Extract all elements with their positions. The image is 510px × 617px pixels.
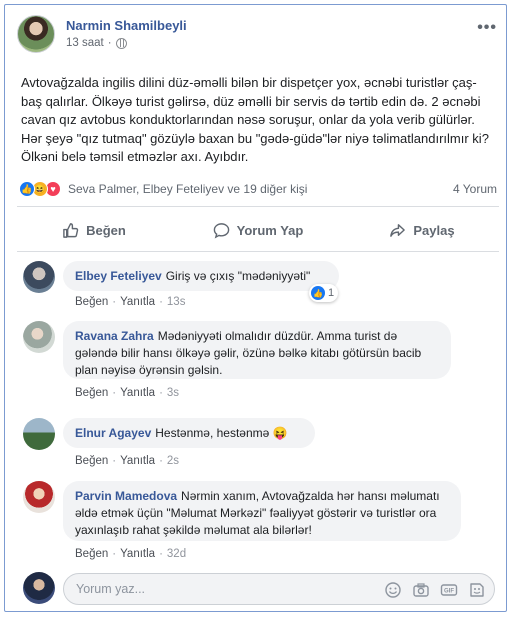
comment-author[interactable]: Ravana Zahra bbox=[75, 329, 154, 343]
avatar[interactable] bbox=[23, 418, 55, 450]
post-body: Avtovağzalda ingilis dilini düz-əməlli b… bbox=[21, 75, 489, 164]
share-button[interactable]: Paylaş bbox=[347, 215, 497, 245]
divider bbox=[17, 251, 499, 252]
camera-icon[interactable] bbox=[412, 581, 430, 599]
comment-bubble: Ravana Zahra Mədəniyyəti olmalıdır düzdür… bbox=[63, 321, 451, 379]
comment-item: Ravana Zahra Mədəniyyəti olmalıdır düzdür… bbox=[23, 321, 493, 401]
comment-like-link[interactable]: Beğen bbox=[75, 455, 108, 467]
comment-reply-link[interactable]: Yanıtla bbox=[120, 296, 155, 308]
reaction-count: 1 bbox=[328, 287, 335, 299]
sticker-icon[interactable] bbox=[468, 581, 486, 599]
laughing-emoji-icon: 😝 bbox=[269, 426, 288, 440]
composer-icons: GIF bbox=[384, 581, 486, 599]
comment-author[interactable]: Parvin Mamedova bbox=[75, 489, 177, 503]
comment-button[interactable]: Yorum Yap bbox=[183, 215, 333, 245]
comment-placeholder: Yorum yaz... bbox=[76, 582, 146, 596]
like-label: Beğen bbox=[86, 222, 126, 238]
comment-footer: Beğen · Yanıtla · 2s bbox=[75, 455, 180, 467]
svg-text:GIF: GIF bbox=[444, 589, 454, 595]
comment-bubble: Elbey Feteliyev Giriş və çıxış "mədəniyyə… bbox=[63, 261, 339, 291]
comment-author[interactable]: Elbey Feteliyev bbox=[75, 269, 162, 283]
share-label: Paylaş bbox=[413, 222, 455, 238]
comment-item: Elnur Agayev Hestənmə, hestənmə 😝 Beğen · … bbox=[23, 418, 493, 468]
comment-input[interactable]: Yorum yaz... GIF bbox=[63, 573, 495, 605]
comment-time[interactable]: 3s bbox=[167, 387, 179, 399]
reactions-bar[interactable]: 👍 😆 ♥ Seva Palmer, Elbey Feteliyev ve 19… bbox=[19, 179, 497, 199]
avatar[interactable] bbox=[23, 261, 55, 293]
divider bbox=[17, 206, 499, 207]
action-bar: Beğen Yorum Yap Paylaş bbox=[19, 215, 497, 245]
comment-footer: Beğen · Yanıtla · 32d bbox=[75, 548, 187, 560]
author-name[interactable]: Narmin Shamilbeyli bbox=[66, 18, 187, 33]
comment-icon bbox=[213, 222, 229, 239]
comment-author[interactable]: Elnur Agayev bbox=[75, 426, 151, 440]
more-dots-icon[interactable]: ••• bbox=[477, 19, 497, 37]
reaction-names[interactable]: Seva Palmer, Elbey Feteliyev ve 19 diğer… bbox=[68, 182, 307, 196]
avatar[interactable] bbox=[23, 321, 55, 353]
meta-separator: · bbox=[107, 37, 112, 49]
post-meta: 13 saat · bbox=[66, 37, 127, 49]
comment-reply-link[interactable]: Yanıtla bbox=[120, 387, 155, 399]
comment-like-link[interactable]: Beğen bbox=[75, 296, 108, 308]
avatar[interactable] bbox=[23, 572, 55, 604]
comment-reaction-badge[interactable]: 👍 1 bbox=[309, 284, 339, 302]
avatar[interactable] bbox=[23, 481, 55, 513]
like-reaction-icon: 👍 bbox=[311, 286, 325, 300]
comment-like-link[interactable]: Beğen bbox=[75, 548, 108, 560]
comment-composer: Yorum yaz... GIF bbox=[23, 572, 495, 606]
comment-time[interactable]: 2s bbox=[167, 455, 179, 467]
share-icon bbox=[390, 223, 406, 237]
facebook-post-card: Narmin Shamilbeyli 13 saat · ••• Avtovağ… bbox=[4, 4, 507, 612]
comment-time[interactable]: 32d bbox=[167, 548, 186, 560]
gif-icon[interactable]: GIF bbox=[440, 581, 458, 599]
comment-bubble: Elnur Agayev Hestənmə, hestənmə 😝 bbox=[63, 418, 315, 448]
comment-like-link[interactable]: Beğen bbox=[75, 387, 108, 399]
globe-icon[interactable] bbox=[115, 37, 127, 49]
author-avatar[interactable] bbox=[17, 15, 55, 53]
comment-time[interactable]: 13s bbox=[167, 296, 186, 308]
comment-footer: Beğen · Yanıtla · 13s bbox=[75, 296, 186, 308]
comment-reply-link[interactable]: Yanıtla bbox=[120, 455, 155, 467]
comment-item: Elbey Feteliyev Giriş və çıxış "mədəniyyə… bbox=[23, 261, 493, 311]
thumbs-up-icon bbox=[63, 222, 79, 238]
comment-label: Yorum Yap bbox=[236, 222, 304, 238]
comment-bubble: Parvin Mamedova Nərmin xanım, Avtovağzald… bbox=[63, 481, 461, 541]
post-header: Narmin Shamilbeyli 13 saat · ••• bbox=[17, 15, 497, 63]
comment-count[interactable]: 4 Yorum bbox=[453, 182, 497, 196]
like-reaction-icon: 👍 bbox=[19, 181, 35, 197]
comment-text: Hestənmə, hestənmə bbox=[155, 426, 270, 440]
like-button[interactable]: Beğen bbox=[19, 215, 169, 245]
emoji-icon[interactable] bbox=[384, 581, 402, 599]
comment-footer: Beğen · Yanıtla · 3s bbox=[75, 387, 180, 399]
comment-text: Giriş və çıxış "mədəniyyəti" bbox=[165, 269, 311, 283]
post-time[interactable]: 13 saat bbox=[66, 37, 104, 49]
comment-item: Parvin Mamedova Nərmin xanım, Avtovağzald… bbox=[23, 481, 493, 565]
comment-reply-link[interactable]: Yanıtla bbox=[120, 548, 155, 560]
